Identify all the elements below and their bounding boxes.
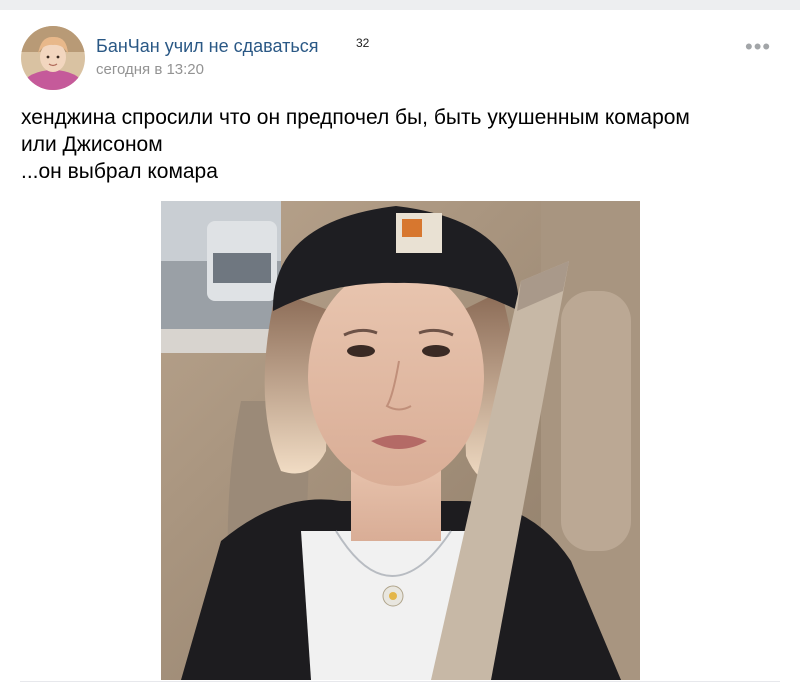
avatar[interactable] (21, 26, 85, 90)
post-text-line: хенджина спросили что он предпочел бы, б… (21, 106, 690, 129)
divider (20, 681, 780, 682)
author-badge-count: 32 (356, 36, 370, 50)
post-text-line: или Джисоном (21, 133, 163, 156)
post-text: хенджина спросили что он предпочел бы, б… (21, 104, 791, 185)
post-text-line: ...он выбрал комара (21, 160, 218, 183)
post-author-link[interactable]: БанЧан учил не сдаваться (96, 36, 318, 57)
post-card: БанЧан учил не сдаваться 32 сегодня в 13… (0, 10, 800, 688)
post-timestamp[interactable]: сегодня в 13:20 (96, 61, 204, 78)
more-dots-icon[interactable]: ••• (745, 34, 771, 60)
post-photo[interactable] (161, 201, 640, 680)
